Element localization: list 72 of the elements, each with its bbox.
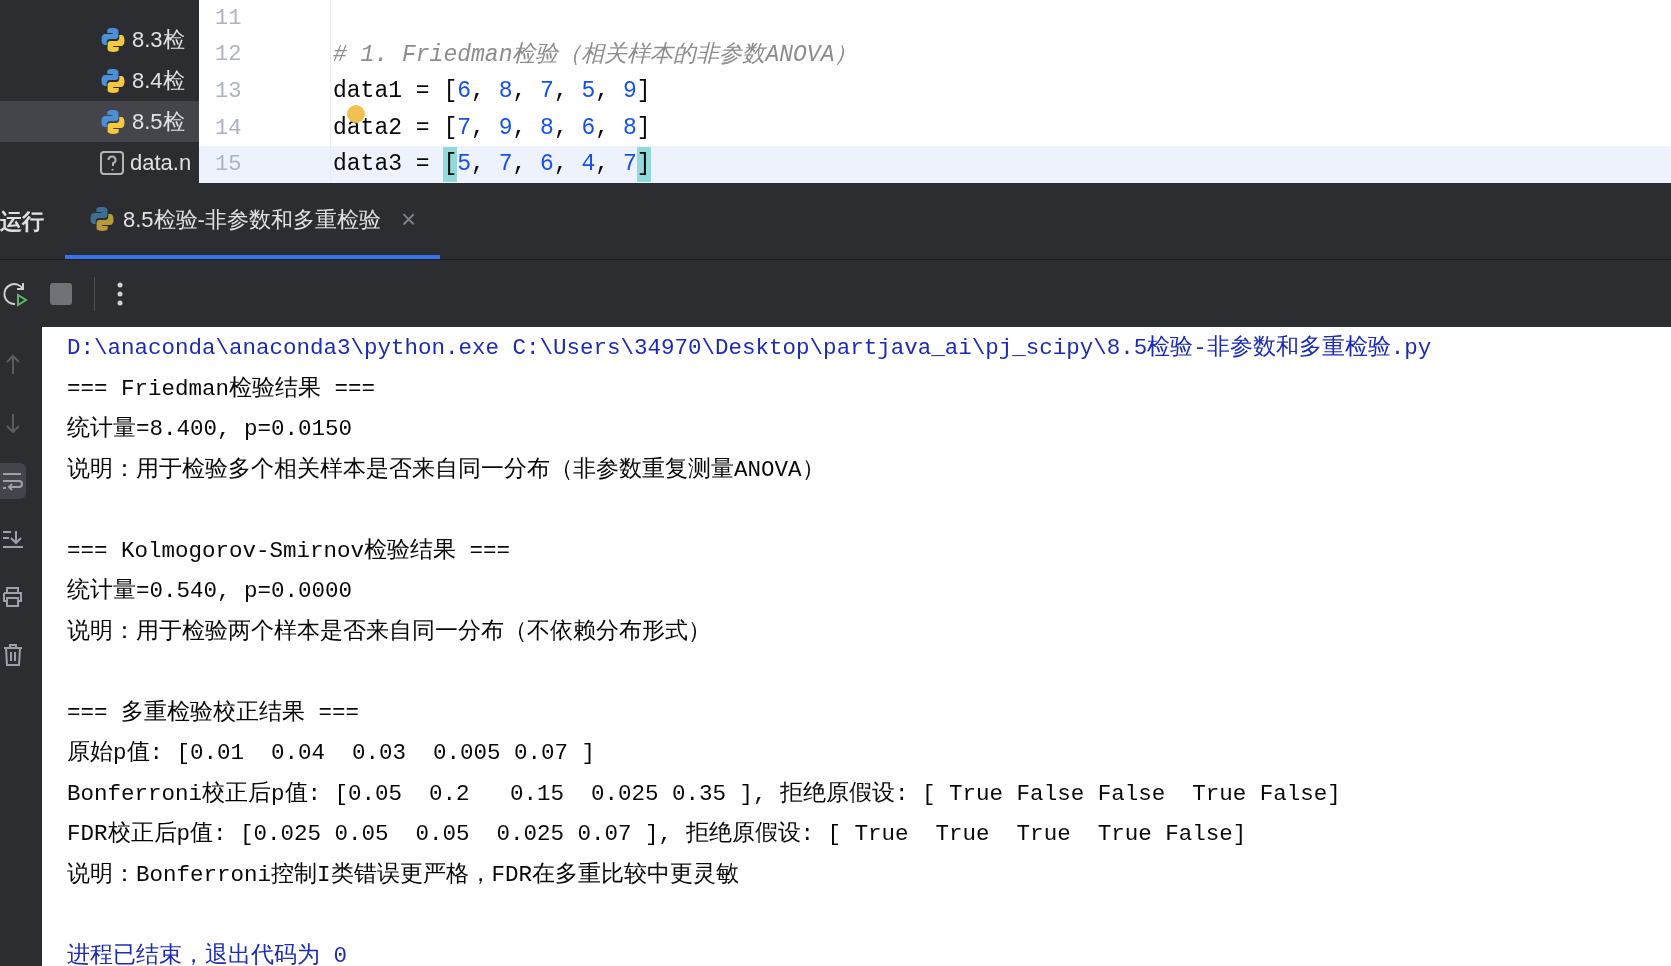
- file-tree-item[interactable]: 8.3检: [0, 19, 199, 60]
- code-token: 9: [498, 113, 513, 143]
- trash-icon[interactable]: [3, 644, 23, 666]
- code-token: ,: [595, 113, 611, 143]
- console-line: === Kolmogorov-Smirnov检验结果 ===: [67, 536, 512, 566]
- code-token: data1 = [: [333, 77, 458, 107]
- close-tab-button[interactable]: ×: [400, 199, 417, 239]
- code-token: ,: [595, 77, 611, 107]
- line-number: 14: [215, 114, 243, 143]
- print-icon[interactable]: [2, 587, 24, 607]
- code-token: data2 = [: [333, 113, 458, 143]
- code-token: 5: [457, 150, 472, 180]
- code-token: ,: [553, 77, 569, 107]
- code-token: data3 =: [333, 150, 431, 180]
- code-token: ,: [512, 113, 528, 143]
- code-token: ,: [471, 113, 486, 143]
- code-token: ,: [471, 77, 486, 107]
- code-token: 7: [457, 113, 472, 143]
- unknown-file-icon: [100, 150, 124, 175]
- code-token: 6: [581, 113, 596, 143]
- code-token: 4: [581, 150, 596, 180]
- file-tree-item[interactable]: 8.5检: [0, 101, 199, 142]
- console-line: 原始p值: [0.01 0.04 0.03 0.005 0.07 ]: [67, 739, 597, 768]
- console-line: FDR校正后p值: [0.025 0.05 0.05 0.025 0.07 ], 拒绝原假设: [ True True True True False]: [67, 820, 1248, 849]
- code-token: ]: [636, 77, 651, 107]
- console-line: 统计量=8.400, p=0.0150: [67, 415, 354, 444]
- code-token: 6: [540, 150, 554, 180]
- code-token: ,: [595, 150, 611, 180]
- code-token: 8: [498, 77, 513, 107]
- console-line: D:\anaconda\anaconda3\python.exe C:\Users\34970\Desktop\partjava_ai\pj_scipy\8.5检验-非参数和多重检验.py: [67, 334, 1433, 363]
- code-token: ,: [512, 150, 528, 180]
- scroll-to-end-icon[interactable]: [2, 529, 24, 549]
- code-token: 6: [457, 77, 472, 107]
- code-token: # 1. Friedman检验（相关样本的非参数ANOVA）: [333, 40, 858, 70]
- python-icon: [89, 206, 115, 232]
- stop-icon[interactable]: [50, 282, 72, 305]
- code-token: 5: [581, 77, 596, 107]
- code-token: ,: [553, 150, 569, 180]
- code-token: 7: [622, 150, 637, 180]
- rerun-icon[interactable]: [2, 280, 28, 307]
- code-token: 8: [540, 113, 554, 143]
- code-token: ]: [636, 147, 651, 182]
- run-tab[interactable]: 8.5检验-非参数和多重检验 ×: [65, 183, 441, 259]
- console-line: 说明：Bonferroni控制I类错误更严格，FDR在多重比较中更灵敏: [67, 860, 741, 890]
- python-icon: [100, 26, 126, 53]
- soft-wrap-icon[interactable]: [2, 471, 24, 491]
- python-icon: [100, 108, 126, 135]
- code-token: [: [443, 147, 458, 182]
- line-number: 12: [215, 41, 243, 70]
- console-line: === Friedman检验结果 ===: [67, 374, 377, 404]
- console-line: 说明：用于检验两个样本是否来自同一分布（不依赖分布形式）: [67, 617, 712, 647]
- code-token: 7: [540, 77, 554, 107]
- line-number: 15: [215, 151, 243, 180]
- code-token: ]: [636, 113, 651, 143]
- console-line: 说明：用于检验多个相关样本是否来自同一分布（非参数重复测量ANOVA）: [67, 455, 826, 485]
- console-line: 进程已结束，退出代码为 0: [67, 941, 348, 966]
- console-line: === 多重检验校正结果 ===: [67, 698, 361, 728]
- python-icon: [100, 67, 126, 94]
- code-token: ,: [553, 113, 569, 143]
- file-tree-item[interactable]: data.n: [0, 142, 199, 183]
- run-panel-title: 运行: [0, 207, 45, 236]
- line-number: 11: [215, 4, 243, 33]
- code-token: 9: [622, 77, 637, 107]
- file-tree-item[interactable]: 8.4检: [0, 60, 199, 101]
- code-token: ,: [512, 77, 528, 107]
- code-token: 7: [498, 150, 513, 180]
- code-token: ,: [471, 150, 486, 180]
- code-token: 8: [622, 113, 637, 143]
- line-number: 13: [215, 78, 243, 106]
- more-options-icon[interactable]: [117, 281, 123, 306]
- console-line: 统计量=0.540, p=0.0000: [67, 577, 354, 606]
- console-line: Bonferroni校正后p值: [0.05 0.2 0.15 0.025 0.35 ], 拒绝原假设: [ True False False True False]: [67, 779, 1342, 809]
